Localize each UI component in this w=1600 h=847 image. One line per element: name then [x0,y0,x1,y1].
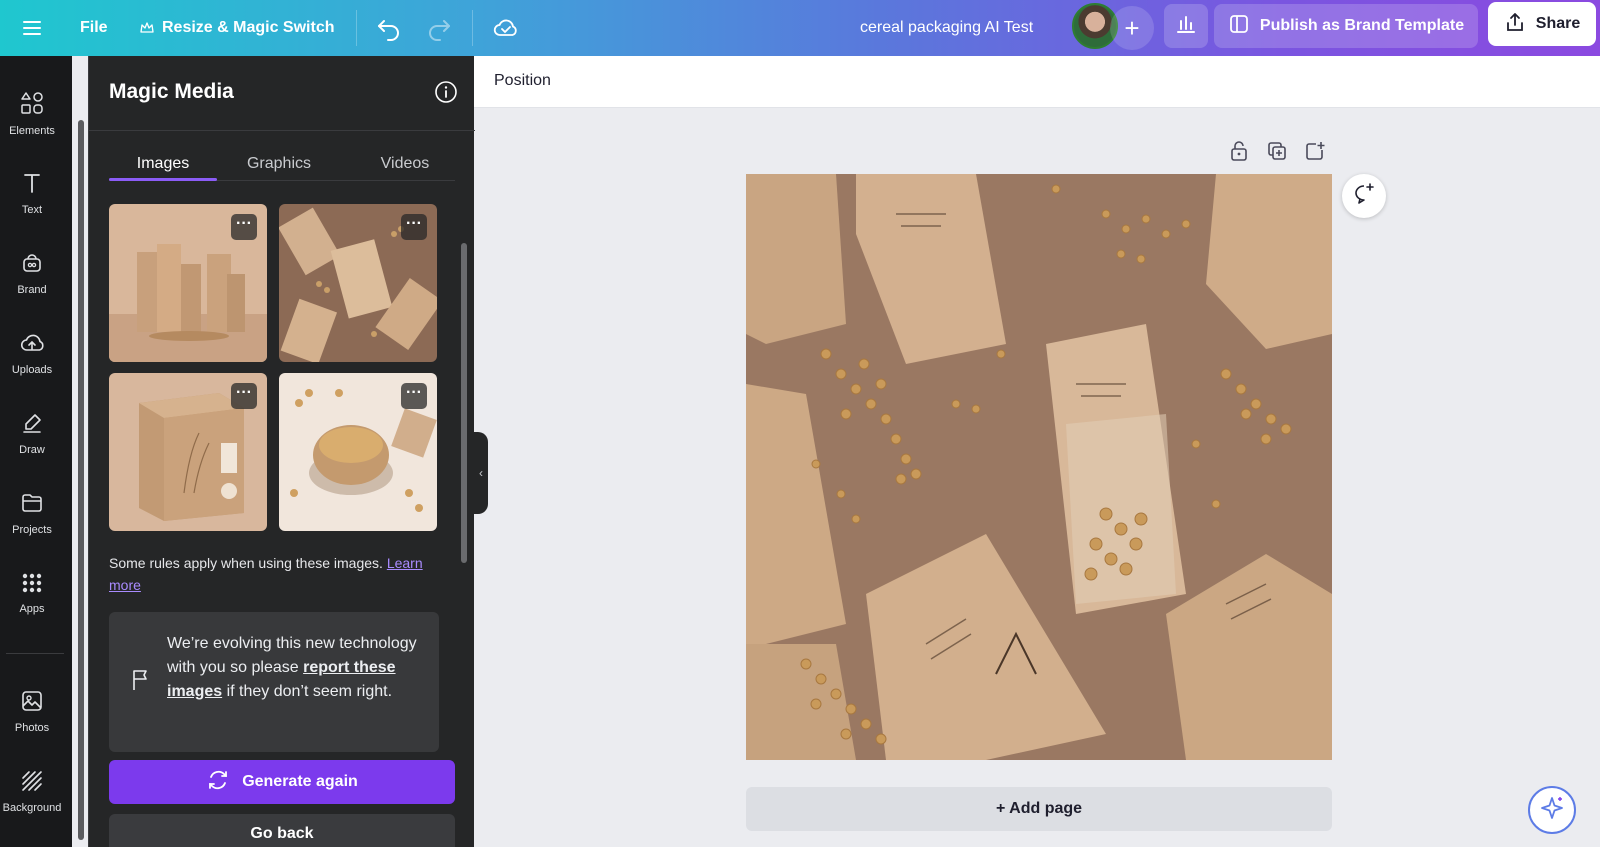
draw-icon [20,411,44,438]
rail-divider [6,653,64,654]
notice-text: We’re evolving this new technology with … [167,632,427,704]
rail-item-draw[interactable]: Draw [0,398,64,468]
rail-item-background[interactable]: Background [0,756,64,826]
cloud-save-status[interactable] [492,0,520,56]
redo-icon [426,15,452,41]
rail-scrollbar[interactable] [78,120,84,840]
background-icon [20,769,44,796]
file-label: File [80,19,108,36]
share-button[interactable]: Share [1488,2,1596,46]
lock-icon[interactable] [1228,140,1250,167]
generated-image-2[interactable]: ··· [279,204,437,362]
add-page-icon[interactable] [1304,140,1326,167]
projects-icon [20,491,44,518]
active-tab-indicator [109,178,217,181]
photos-icon [20,689,44,716]
rail-item-label: Draw [19,443,45,456]
brand-icon [20,251,44,278]
info-icon[interactable] [434,80,458,104]
hamburger-menu-icon [20,16,44,40]
publish-brand-template-button[interactable]: Publish as Brand Template [1214,4,1478,48]
more-options-button[interactable]: ··· [231,214,257,240]
go-back-button[interactable]: Go back [109,814,455,847]
generated-image-4[interactable]: ··· [279,373,437,531]
resize-magic-switch-button[interactable]: Resize & Magic Switch [140,0,335,56]
text-icon [20,171,44,198]
undo-button[interactable] [376,0,402,56]
chevron-left-icon: ‹ [479,466,483,480]
generated-image-3[interactable]: ··· [109,373,267,531]
usage-rules-text: Some rules apply when using these images… [109,552,439,596]
notice-post: if they don’t seem right. [226,683,393,700]
main-menu-button[interactable] [20,0,44,56]
more-options-button[interactable]: ··· [231,383,257,409]
crown-icon [140,21,154,35]
page-tools [1228,140,1326,167]
rail-item-label: Elements [9,124,55,137]
uploads-icon [19,331,45,358]
panel-title: Magic Media [109,80,234,103]
resize-label: Resize & Magic Switch [162,19,335,36]
more-options-button[interactable]: ··· [401,383,427,409]
rail-item-label: Projects [12,523,52,536]
rail-item-label: Brand [17,283,47,296]
rail-item-label: Text [21,203,43,216]
more-options-button[interactable]: ··· [401,214,427,240]
cereal-packaging-image [746,174,1332,760]
rail-item-photos[interactable]: Photos [0,676,64,746]
rail-item-apps[interactable]: Apps [0,558,64,628]
magic-assistant-button[interactable] [1528,786,1576,834]
collapse-panel-handle[interactable]: ‹ [474,432,488,514]
left-rail: Elements Text Brand Uploads Draw Project… [0,56,72,847]
generate-label: Generate again [242,773,358,790]
bar-chart-icon [1175,13,1197,40]
generate-again-button[interactable]: Generate again [109,760,455,804]
document-title[interactable]: cereal packaging AI Test [860,0,1033,56]
plus-icon: + [1124,12,1140,43]
file-menu-button[interactable]: File [80,0,108,56]
cloud-check-icon [492,16,520,40]
rail-item-label: Photos [14,721,50,734]
share-icon [1504,11,1526,38]
publish-label: Publish as Brand Template [1259,17,1465,34]
rail-item-label: Background [2,801,62,814]
rail-item-projects[interactable]: Projects [0,478,64,548]
rail-item-label: Apps [19,602,45,615]
rules-text: Some rules apply when using these images… [109,555,383,571]
redo-button[interactable] [426,0,452,56]
top-bar: File Resize & Magic Switch cereal packag… [0,0,1600,56]
feedback-notice: We’re evolving this new technology with … [109,612,439,752]
undo-icon [376,15,402,41]
divider [356,10,357,46]
flag-icon [131,668,151,697]
divider [472,10,473,46]
panel-header: Magic Media [89,56,475,131]
template-icon [1228,13,1250,40]
design-page[interactable] [746,174,1332,760]
share-label: Share [1535,15,1581,32]
position-button[interactable]: Position [494,72,551,90]
rail-item-elements[interactable]: Elements [0,78,64,148]
add-comment-button[interactable] [1342,174,1386,218]
refresh-icon [206,768,230,797]
context-toolbar: Position [474,56,1600,108]
add-page-button[interactable]: + Add page [746,787,1332,831]
sparkle-icon [1539,795,1565,826]
magic-media-panel: Magic Media Images Graphics Videos ··· ·… [88,56,475,847]
tab-videos[interactable]: Videos [355,144,455,184]
rail-item-brand[interactable]: Brand [0,238,64,308]
panel-scrollbar[interactable] [461,188,467,758]
rail-item-label: Uploads [11,363,53,376]
comment-add-icon [1352,182,1376,211]
elements-icon [19,90,45,119]
insights-button[interactable] [1164,4,1208,48]
generated-image-1[interactable]: ··· [109,204,267,362]
apps-icon [21,572,43,597]
rail-item-uploads[interactable]: Uploads [0,318,64,388]
rail-item-text[interactable]: Text [0,158,64,228]
add-collaborator-button[interactable]: + [1110,6,1154,50]
duplicate-page-icon[interactable] [1266,140,1288,167]
tab-graphics[interactable]: Graphics [229,144,329,184]
